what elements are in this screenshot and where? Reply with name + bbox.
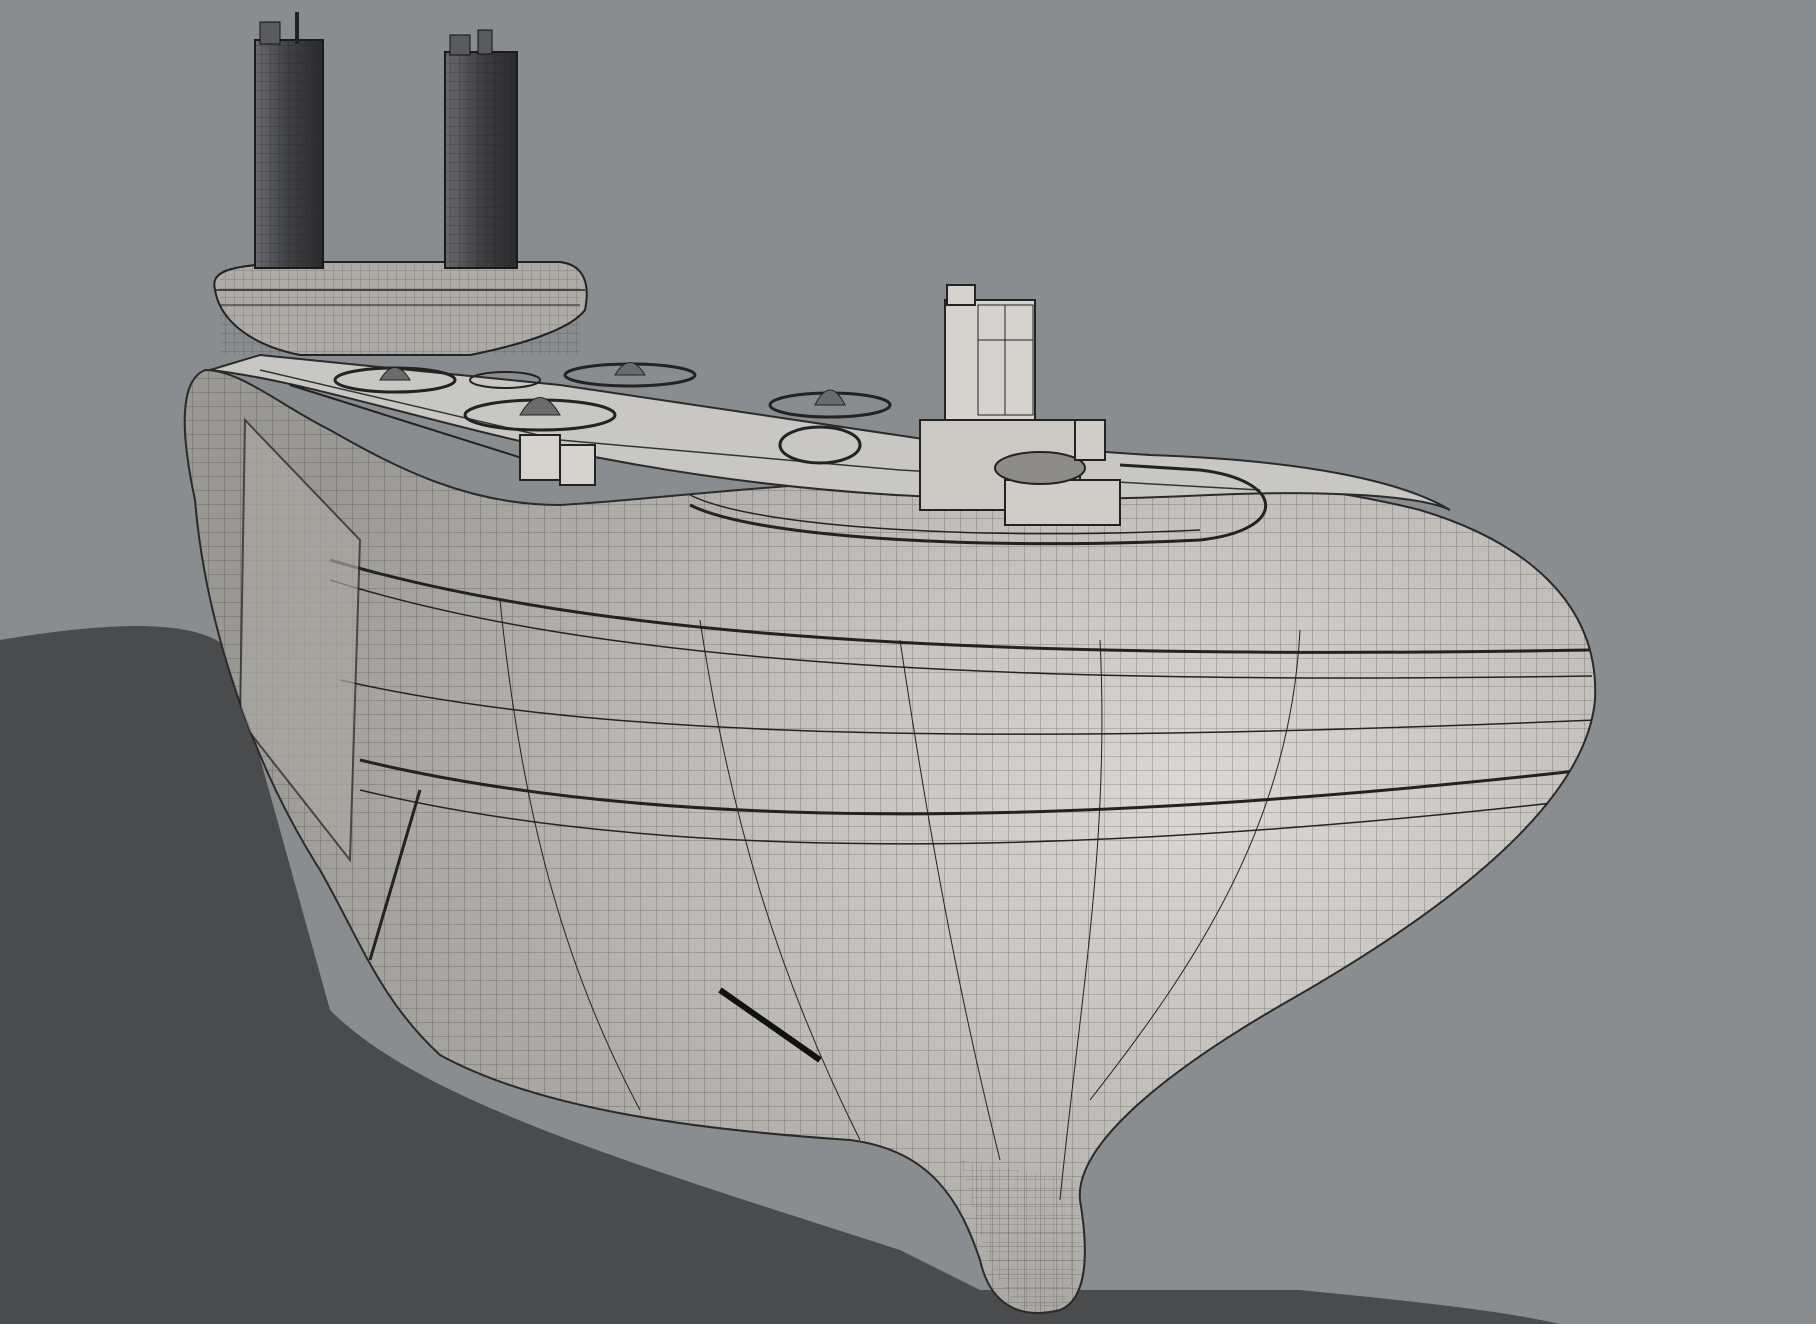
3d-viewport[interactable] [0,0,1816,1324]
smokestack-left [254,12,324,269]
funnel-base [213,261,588,356]
deck-cabin [559,444,596,486]
deck-cabin [519,434,561,481]
smokestack-right [444,29,518,269]
